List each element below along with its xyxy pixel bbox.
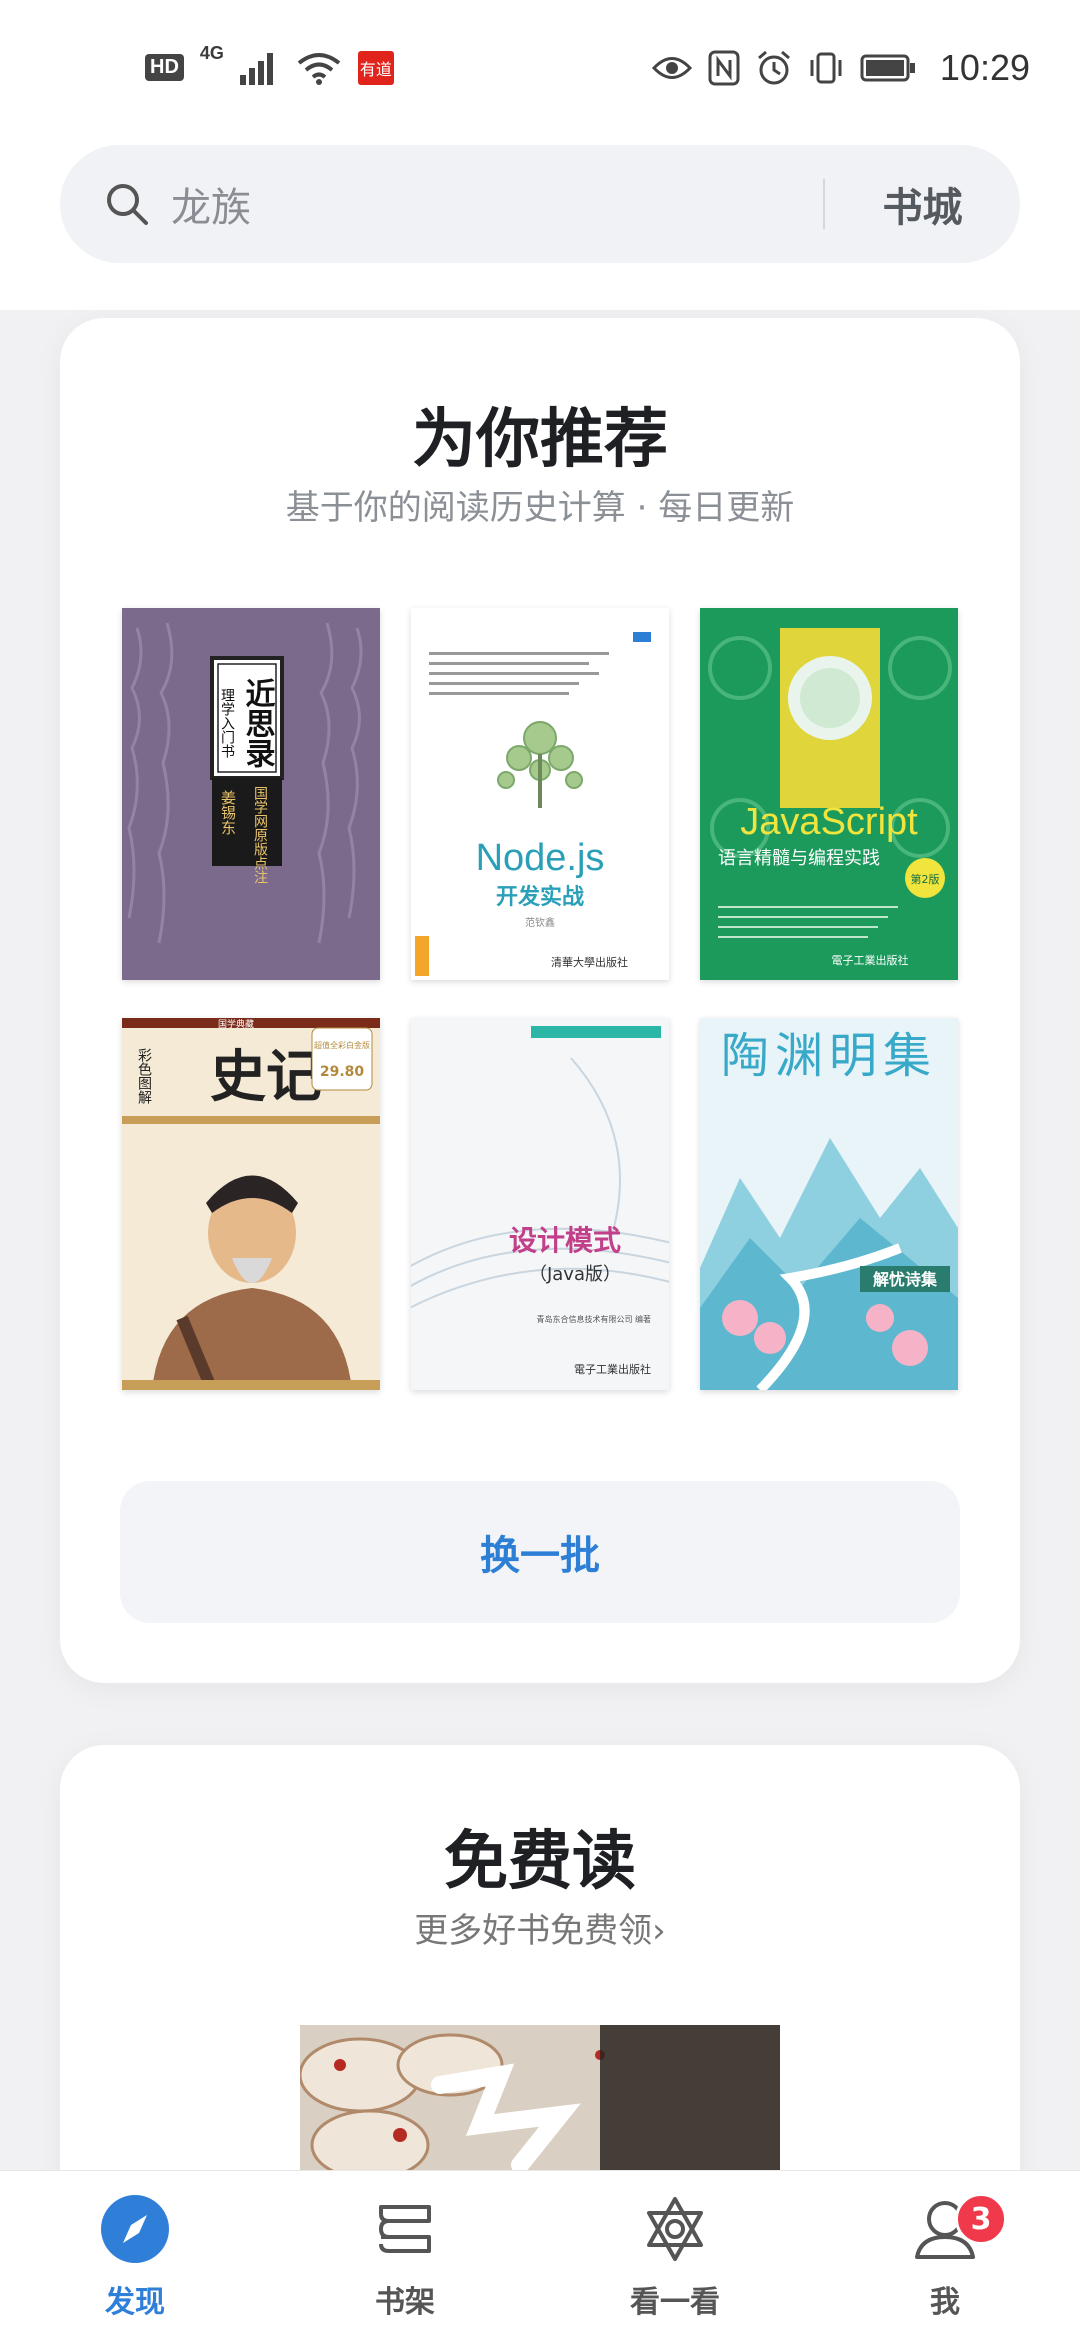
book-3-subtitle: 语言精髓与编程实践 [718,848,880,869]
book-cover-taoyuanming[interactable]: 陶渊明集 解忧诗集 [700,1018,958,1390]
book-4-title: 史记 [210,1044,322,1110]
bookstore-button[interactable]: 书城 [825,175,1020,233]
nav-discover-label: 发现 [105,2285,165,2320]
recommend-title: 为你推荐 [412,402,668,477]
book-3-title: JavaScript [740,801,918,843]
free-read-more-link[interactable]: 更多好书免费领› [60,1903,1020,1952]
header: 龙族 书城 [0,135,1080,310]
search-input[interactable]: 龙族 [171,175,823,233]
book-4-price: 29.80 [320,1064,365,1080]
compass-icon [101,2195,169,2263]
nav-bookshelf[interactable]: 书架 [270,2171,540,2340]
nav-me-label: 我 [930,2285,960,2320]
book-4-edition-note: 超值全彩白金版 [314,1040,370,1050]
book-1-note: 国学网原版点注 [252,786,268,884]
book-4-series: 国学典藏 [218,1018,254,1030]
app-notification-icon: 有道 [357,50,394,85]
alarm-icon [757,50,790,84]
book-3-edition: 第2版 [911,872,940,886]
status-right: 10:29 [651,46,1030,89]
book-5-author: 青岛东合信息技术有限公司 编著 [536,1314,651,1324]
book-cover-shiji[interactable]: 国学典藏 史记 彩色图解 超值全彩白金版 29.80 [122,1018,380,1390]
book-cover-art: Node.js 开发实战 范钦鑫 清華大學出版社 [411,608,669,980]
book-cover-design-patterns[interactable]: 设计模式 （Java版） 青岛东合信息技术有限公司 编著 電子工業出版社 [411,1018,669,1390]
book-1-author: 姜锡东 [219,790,237,835]
book-cover-art: 陶渊明集 解忧诗集 [700,1018,958,1390]
search-icon [107,184,148,225]
book-2-subtitle: 开发实战 [496,884,584,910]
book-5-subtitle: （Java版） [529,1264,621,1285]
wifi-icon [297,52,341,85]
book-cover-art: 国学典藏 史记 彩色图解 超值全彩白金版 29.80 [122,1018,380,1390]
book-2-publisher: 清華大學出版社 [551,955,628,969]
status-left: HD 4G 有道 [145,43,394,85]
book-cover-art: 近思录 理学入门书 国学网原版点注 姜锡东 [122,608,380,980]
nav-look-label: 看一看 [630,2285,720,2320]
notification-badge: 3 [955,2193,1007,2245]
book-cover-javascript[interactable]: JavaScript 语言精髓与编程实践 第2版 電子工業出版社 [700,608,958,980]
page: HD 4G 有道 10:29 龙族 书城 为你推荐 基于你的阅读历史计算 · 每… [0,0,1080,2340]
book-2-title: Node.js [476,837,605,879]
free-read-title: 免费读 [444,1824,636,1899]
book-5-publisher: 電子工業出版社 [574,1362,651,1376]
bookshelf-icon [378,2205,431,2253]
nfc-icon [708,50,740,85]
nav-bookshelf-label: 书架 [375,2285,435,2320]
recommend-card: 为你推荐 基于你的阅读历史计算 · 每日更新 近思录 理学入门书 国学网原版点注… [60,318,1020,1683]
book-2-author: 范钦鑫 [525,916,555,929]
refresh-button[interactable]: 换一批 [120,1481,960,1623]
star-of-david-icon [647,2197,703,2261]
book-3-publisher: 電子工業出版社 [832,953,909,967]
book-cover-art: JavaScript 语言精髓与编程实践 第2版 電子工業出版社 [700,608,958,980]
signal-icon [239,52,273,85]
nav-me[interactable]: 3 我 [810,2171,1080,2340]
vibrate-icon [810,52,842,83]
book-1-title: 近思录 [240,678,276,768]
hd-icon: HD [145,54,184,81]
network-type-label: 4G [199,42,224,63]
nav-look[interactable]: 看一看 [540,2171,810,2340]
book-cover-art: 设计模式 （Java版） 青岛东合信息技术有限公司 编著 電子工業出版社 [411,1018,669,1390]
book-6-subtitle: 解忧诗集 [873,1270,938,1289]
status-bar: HD 4G 有道 10:29 [0,0,1080,135]
eye-icon [651,56,692,79]
book-5-title: 设计模式 [509,1224,621,1257]
book-cover-jinsilu[interactable]: 近思录 理学入门书 国学网原版点注 姜锡东 [122,608,380,980]
battery-icon [860,54,915,81]
book-1-subtitle: 理学入门书 [219,688,235,758]
book-6-title: 陶渊明集 [721,1028,937,1084]
bottom-nav: 发现 书架 看一看 3 我 [0,2170,1080,2340]
nav-discover[interactable]: 发现 [0,2171,270,2340]
search-bar[interactable]: 龙族 书城 [60,145,1020,263]
recommend-subtitle: 基于你的阅读历史计算 · 每日更新 [285,488,795,528]
book-4-note: 彩色图解 [136,1048,152,1104]
book-cover-nodejs[interactable]: Node.js 开发实战 范钦鑫 清華大學出版社 [411,608,669,980]
clock: 10:29 [939,46,1030,88]
